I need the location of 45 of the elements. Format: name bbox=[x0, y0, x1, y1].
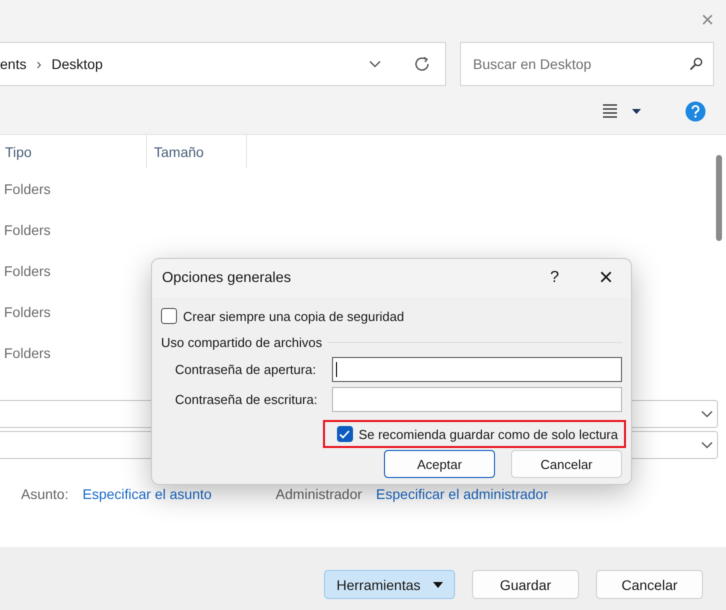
field-label: Contraseña de apertura: bbox=[175, 362, 317, 376]
chevron-down-icon[interactable] bbox=[701, 410, 713, 418]
scrollbar-thumb[interactable] bbox=[716, 155, 722, 241]
breadcrumb[interactable]: ents bbox=[0, 56, 26, 72]
field-link[interactable]: Especificar el asunto bbox=[82, 486, 212, 547]
dialog-button[interactable]: Aceptar bbox=[384, 450, 495, 478]
group-title: Uso compartido de archivos bbox=[161, 334, 322, 350]
caret-icon[interactable] bbox=[632, 108, 641, 114]
checkbox[interactable] bbox=[161, 308, 177, 324]
refresh-icon[interactable] bbox=[413, 55, 431, 73]
table-cell: Folders bbox=[4, 344, 51, 360]
list-view-icon[interactable] bbox=[602, 104, 618, 118]
checkbox[interactable] bbox=[336, 426, 353, 442]
search-icon[interactable] bbox=[689, 57, 703, 71]
tools-button[interactable]: Herramientas bbox=[324, 570, 455, 599]
password-field[interactable] bbox=[332, 386, 622, 412]
caret-icon bbox=[432, 582, 443, 588]
check-icon bbox=[339, 430, 350, 438]
column-header[interactable]: Tamaño bbox=[147, 135, 247, 168]
checkbox-label[interactable]: Se recomienda guardar como de solo lectura bbox=[358, 426, 618, 442]
column-header[interactable]: Tipo bbox=[0, 135, 147, 168]
password-field[interactable] bbox=[332, 356, 622, 382]
chevron-down-icon[interactable] bbox=[701, 441, 713, 449]
table-cell: Folders bbox=[4, 180, 51, 196]
field-label: Administrador bbox=[276, 486, 362, 504]
table-cell: Folders bbox=[4, 222, 51, 238]
separator-icon: › bbox=[36, 56, 42, 72]
field-link[interactable]: Especificar el administrador bbox=[376, 486, 548, 547]
close-button[interactable]: × bbox=[598, 264, 613, 292]
field-label: Contraseña de escritura: bbox=[175, 392, 318, 406]
table-cell: Folders bbox=[4, 304, 51, 320]
dialog-button[interactable]: Cancelar bbox=[596, 570, 703, 599]
checkbox-label[interactable]: Crear siempre una copia de seguridad bbox=[183, 308, 404, 324]
help-button[interactable]: ? bbox=[550, 269, 559, 287]
help-icon[interactable] bbox=[685, 100, 706, 122]
search-input[interactable]: Buscar en Desktop bbox=[471, 55, 689, 73]
search-field[interactable]: Buscar en Desktop bbox=[460, 42, 714, 86]
dialog-title: Opciones generales bbox=[162, 270, 292, 286]
dialog-button[interactable]: Cancelar bbox=[511, 450, 622, 478]
dialog-button[interactable]: Guardar bbox=[472, 570, 579, 599]
chevron-down-icon[interactable] bbox=[369, 60, 381, 68]
table-cell: Folders bbox=[4, 262, 51, 278]
field-label: Asunto: bbox=[21, 486, 68, 504]
address-bar[interactable]: ents › Desktop bbox=[0, 42, 446, 86]
breadcrumb[interactable]: Desktop bbox=[51, 56, 103, 72]
